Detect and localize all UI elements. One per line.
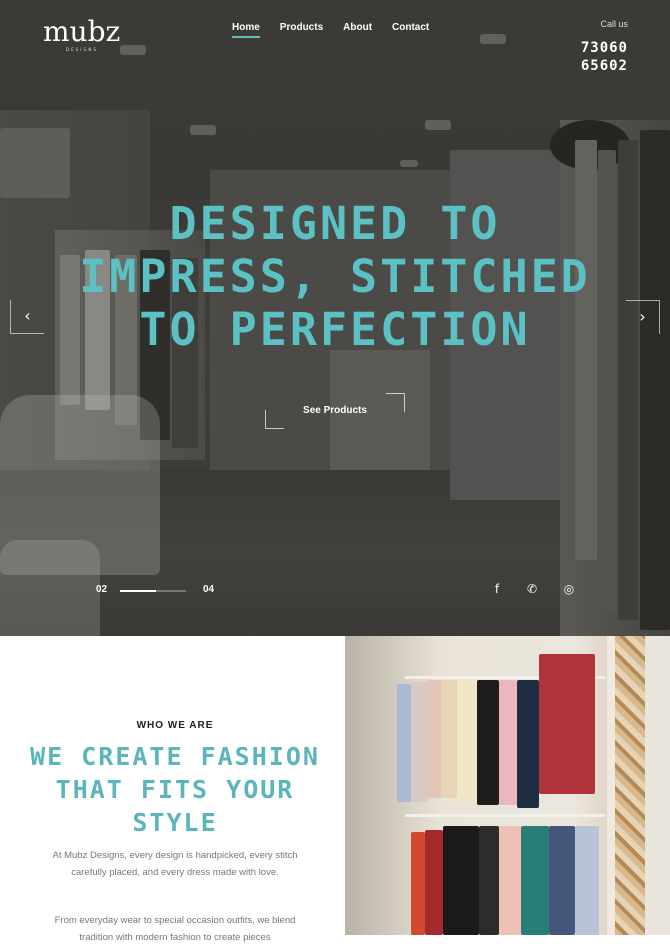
photo-rail xyxy=(405,814,605,817)
photo-garment xyxy=(411,682,427,802)
photo-garment xyxy=(477,680,499,805)
about-title: WE CREATE FASHION THAT FITS YOUR STYLE xyxy=(30,742,320,837)
photo-garment xyxy=(521,826,549,935)
nav-item-home[interactable]: Home xyxy=(232,22,260,38)
chevron-left-icon: ‹ xyxy=(24,306,31,325)
brand-tagline: DESIGNS xyxy=(66,47,98,52)
hero-headline: DESIGNED TO IMPRESS, STITCHED TO PERFECT… xyxy=(79,197,591,356)
bg-ceiling-light xyxy=(190,125,216,135)
brand-logo[interactable]: mubz xyxy=(43,18,120,46)
photo-garment xyxy=(397,684,411,802)
photo-garment xyxy=(517,680,539,808)
about-paragraph-1: At Mubz Designs, every design is handpic… xyxy=(52,850,298,878)
whatsapp-icon[interactable]: ✆ xyxy=(525,582,539,596)
slider-prev-button[interactable]: ‹ xyxy=(10,300,44,334)
about-section: WHO WE ARE WE CREATE FASHION THAT FITS Y… xyxy=(0,636,670,943)
bg-garment xyxy=(618,140,638,620)
photo-garment xyxy=(549,826,575,935)
photo-edge xyxy=(645,636,670,935)
instagram-icon[interactable]: ◎ xyxy=(562,582,576,596)
photo-garment xyxy=(575,826,599,935)
bg-ceiling-light xyxy=(120,45,146,55)
bg-ceiling-light xyxy=(400,160,418,167)
bg-garment xyxy=(640,130,670,630)
photo-frame xyxy=(607,636,615,935)
about-paragraph-2: From everyday wear to special occasion o… xyxy=(54,915,296,943)
photo-garment xyxy=(499,680,517,805)
slider-next-button[interactable]: › xyxy=(626,300,660,334)
photo-garment xyxy=(427,680,441,798)
facebook-icon[interactable]: f xyxy=(490,582,504,596)
slide-total-number: 04 xyxy=(203,584,215,595)
nav-item-about[interactable]: About xyxy=(343,22,372,33)
chevron-right-icon: › xyxy=(639,307,646,326)
phone-number-line1: 73060 xyxy=(580,40,628,56)
bg-ceiling-light xyxy=(480,34,506,44)
photo-garment xyxy=(443,826,479,935)
nav-item-products[interactable]: Products xyxy=(280,22,323,33)
see-products-button[interactable]: See Products xyxy=(265,393,405,429)
call-us-label: Call us xyxy=(600,19,628,29)
photo-garment xyxy=(539,654,595,794)
photo-garment xyxy=(425,830,443,935)
phone-number-line2: 65602 xyxy=(580,58,628,74)
bg-ceiling-light xyxy=(425,120,451,130)
slide-progress-bar xyxy=(120,590,186,592)
bg-chair xyxy=(0,540,100,636)
hero-section: mubz DESIGNS Home Products About Contact… xyxy=(0,0,670,636)
main-nav: Home Products About Contact xyxy=(232,22,429,38)
photo-garment xyxy=(499,826,521,935)
photo-garment xyxy=(441,680,457,798)
slide-current-number: 02 xyxy=(96,584,108,595)
photo-garment xyxy=(411,832,425,935)
phone-number[interactable]: 73060 65602 xyxy=(548,39,628,75)
nav-item-contact[interactable]: Contact xyxy=(392,22,429,33)
bg-ac-unit xyxy=(0,128,70,198)
slide-progress-fill xyxy=(120,590,157,592)
photo-garment xyxy=(457,680,477,802)
about-eyebrow: WHO WE ARE xyxy=(136,720,214,731)
about-photo xyxy=(345,636,670,935)
photo-patterned-fabric xyxy=(615,636,645,935)
photo-garment xyxy=(479,826,499,935)
